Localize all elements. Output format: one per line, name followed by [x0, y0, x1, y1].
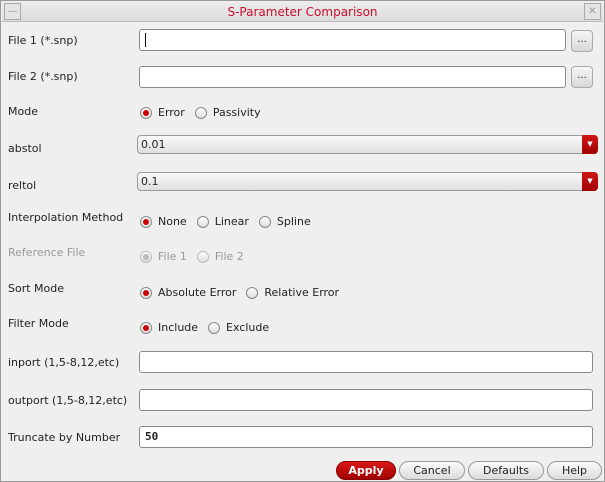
- radio-label: Spline: [276, 215, 311, 228]
- defaults-button[interactable]: Defaults: [468, 461, 544, 480]
- radio-label: Passivity: [212, 106, 261, 119]
- abstol-dropdown[interactable]: 0.01 ▼: [137, 135, 598, 154]
- interpolation-label: Interpolation Method: [8, 211, 124, 224]
- sort-absolute-radio[interactable]: Absolute Error: [140, 286, 236, 299]
- reference-radio-group: File 1 File 2: [140, 250, 254, 263]
- outport-label: outport (1,5-8,12,etc): [8, 394, 128, 407]
- radio-label: File 1: [158, 250, 187, 263]
- sort-radio-group: Absolute Error Relative Error: [140, 286, 349, 299]
- help-button[interactable]: Help: [547, 461, 602, 480]
- reltol-value: 0.1: [141, 175, 159, 188]
- truncate-label: Truncate by Number: [8, 431, 121, 444]
- close-icon[interactable]: ✕: [584, 3, 601, 20]
- mode-label: Mode: [8, 105, 38, 118]
- mode-radio-group: Error Passivity: [140, 106, 271, 119]
- reltol-label: reltol: [8, 179, 37, 192]
- abstol-label: abstol: [8, 142, 42, 155]
- reference-file2-radio: File 2: [196, 250, 244, 263]
- interp-spline-radio[interactable]: Spline: [258, 215, 311, 228]
- outport-input[interactable]: [139, 389, 593, 411]
- radio-label: Absolute Error: [158, 286, 237, 299]
- cancel-button[interactable]: Cancel: [399, 461, 465, 480]
- interp-linear-radio[interactable]: Linear: [196, 215, 249, 228]
- reference-label: Reference File: [8, 246, 86, 259]
- chevron-down-icon[interactable]: ▼: [582, 172, 598, 191]
- abstol-value: 0.01: [141, 138, 166, 151]
- file1-input[interactable]: [139, 29, 566, 51]
- dialog-window: — S-Parameter Comparison ✕ File 1 (*.snp…: [0, 0, 605, 482]
- file1-browse-button[interactable]: ...: [571, 30, 593, 52]
- radio-label: File 2: [214, 250, 244, 263]
- reltol-dropdown[interactable]: 0.1 ▼: [137, 172, 598, 191]
- mode-passivity-radio[interactable]: Passivity: [194, 106, 261, 119]
- file2-browse-button[interactable]: ...: [571, 66, 593, 88]
- inport-input[interactable]: [139, 351, 593, 373]
- reference-file1-radio: File 1: [140, 250, 187, 263]
- title-bar: — S-Parameter Comparison ✕: [2, 2, 603, 22]
- interpolation-radio-group: None Linear Spline: [140, 215, 321, 228]
- radio-label: Exclude: [226, 321, 270, 334]
- file2-label: File 2 (*.snp): [8, 70, 78, 83]
- sort-relative-radio[interactable]: Relative Error: [246, 286, 339, 299]
- filter-include-radio[interactable]: Include: [140, 321, 198, 334]
- radio-label: Include: [158, 321, 199, 334]
- radio-label: Error: [158, 106, 185, 119]
- radio-label: None: [158, 215, 187, 228]
- file1-label: File 1 (*.snp): [8, 34, 78, 47]
- filter-label: Filter Mode: [8, 317, 69, 330]
- filter-exclude-radio[interactable]: Exclude: [208, 321, 269, 334]
- radio-label: Linear: [214, 215, 249, 228]
- truncate-input[interactable]: 50: [139, 426, 593, 448]
- sort-label: Sort Mode: [8, 282, 65, 295]
- file2-input[interactable]: [139, 66, 566, 88]
- mode-error-radio[interactable]: Error: [140, 106, 185, 119]
- apply-button[interactable]: Apply: [336, 461, 396, 480]
- inport-label: inport (1,5-8,12,etc): [8, 356, 120, 369]
- chevron-down-icon[interactable]: ▼: [582, 135, 598, 154]
- filter-radio-group: Include Exclude: [140, 321, 279, 334]
- interp-none-radio[interactable]: None: [140, 215, 187, 228]
- radio-label: Relative Error: [264, 286, 340, 299]
- window-title: S-Parameter Comparison: [227, 5, 378, 19]
